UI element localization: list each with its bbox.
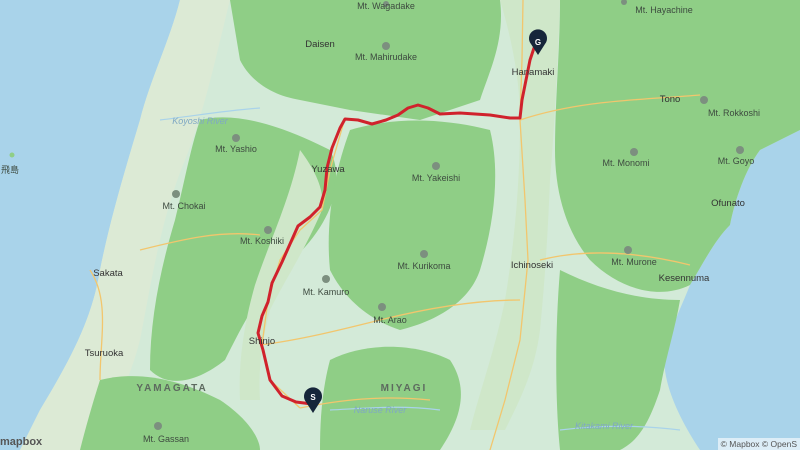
label-mt-monomi: Mt. Monomi (602, 158, 649, 168)
label-yuzawa: Yuzawa (311, 164, 345, 175)
mt-kamuro-icon (322, 275, 330, 283)
label-mt-koshiki: Mt. Koshiki (240, 236, 284, 246)
label-mt-chokai: Mt. Chokai (162, 201, 205, 211)
label-tsuruoka: Tsuruoka (85, 348, 124, 359)
mt-gassan-icon (154, 422, 162, 430)
label-tobishima: 飛島 (1, 164, 19, 175)
mt-chokai-icon (172, 190, 180, 198)
label-mt-yashio: Mt. Yashio (215, 144, 257, 154)
mt-rokkoshi-icon (700, 96, 708, 104)
mt-koshiki-icon (264, 226, 272, 234)
label-yamagata: YAMAGATA (136, 383, 207, 394)
label-mt-rokkoshi: Mt. Rokkoshi (708, 108, 760, 118)
label-mt-arao: Mt. Arao (373, 315, 407, 325)
mt-kurikoma-icon (420, 250, 428, 258)
label-kitakami-river: Kitakami River (575, 421, 634, 431)
mt-goyo-icon (736, 146, 744, 154)
label-mt-yakeishi: Mt. Yakeishi (412, 173, 460, 183)
label-daisen: Daisen (305, 39, 335, 50)
label-kesennuma: Kesennuma (659, 273, 710, 284)
mt-yakeishi-icon (432, 162, 440, 170)
label-mt-mahirudake: Mt. Mahirudake (355, 52, 417, 62)
label-mt-murone: Mt. Murone (611, 257, 657, 267)
label-shinjo: Shinjo (249, 336, 275, 347)
start-marker-label: S (310, 393, 316, 402)
label-mt-hayachine: Mt. Hayachine (635, 5, 693, 15)
label-miyagi: MIYAGI (381, 383, 428, 394)
label-koyoshi-river: Koyoshi River (172, 116, 229, 126)
label-mt-gassan: Mt. Gassan (143, 434, 189, 444)
label-mt-wagadake: Mt. Wagadake (357, 1, 415, 11)
label-mt-kamuro: Mt. Kamuro (303, 287, 350, 297)
label-naruse-river: Naruse River (354, 405, 408, 415)
mapbox-logo[interactable]: mapbox (0, 436, 42, 448)
label-sakata: Sakata (93, 268, 123, 279)
start-marker[interactable]: S (303, 387, 322, 413)
label-ichinoseki: Ichinoseki (511, 260, 553, 271)
map-canvas[interactable]: Mt. Wagadake Mt. Hayachine Daisen Mt. Ma… (0, 0, 800, 450)
label-ofunato: Ofunato (711, 198, 745, 209)
mt-monomi-icon (630, 148, 638, 156)
label-mt-kurikoma: Mt. Kurikoma (397, 261, 450, 271)
label-hanamaki: Hanamaki (512, 67, 555, 78)
mt-murone-icon (624, 246, 632, 254)
goal-marker-label: G (535, 38, 541, 47)
mt-yashio-icon (232, 134, 240, 142)
island-shape (9, 152, 15, 158)
label-mt-goyo: Mt. Goyo (718, 156, 755, 166)
mt-mahirudake-icon (382, 42, 390, 50)
map-view[interactable]: Mt. Wagadake Mt. Hayachine Daisen Mt. Ma… (0, 0, 800, 450)
attribution[interactable]: © Mapbox © OpenS (717, 438, 800, 450)
label-tono: Tono (660, 94, 681, 105)
mt-arao-icon (378, 303, 386, 311)
